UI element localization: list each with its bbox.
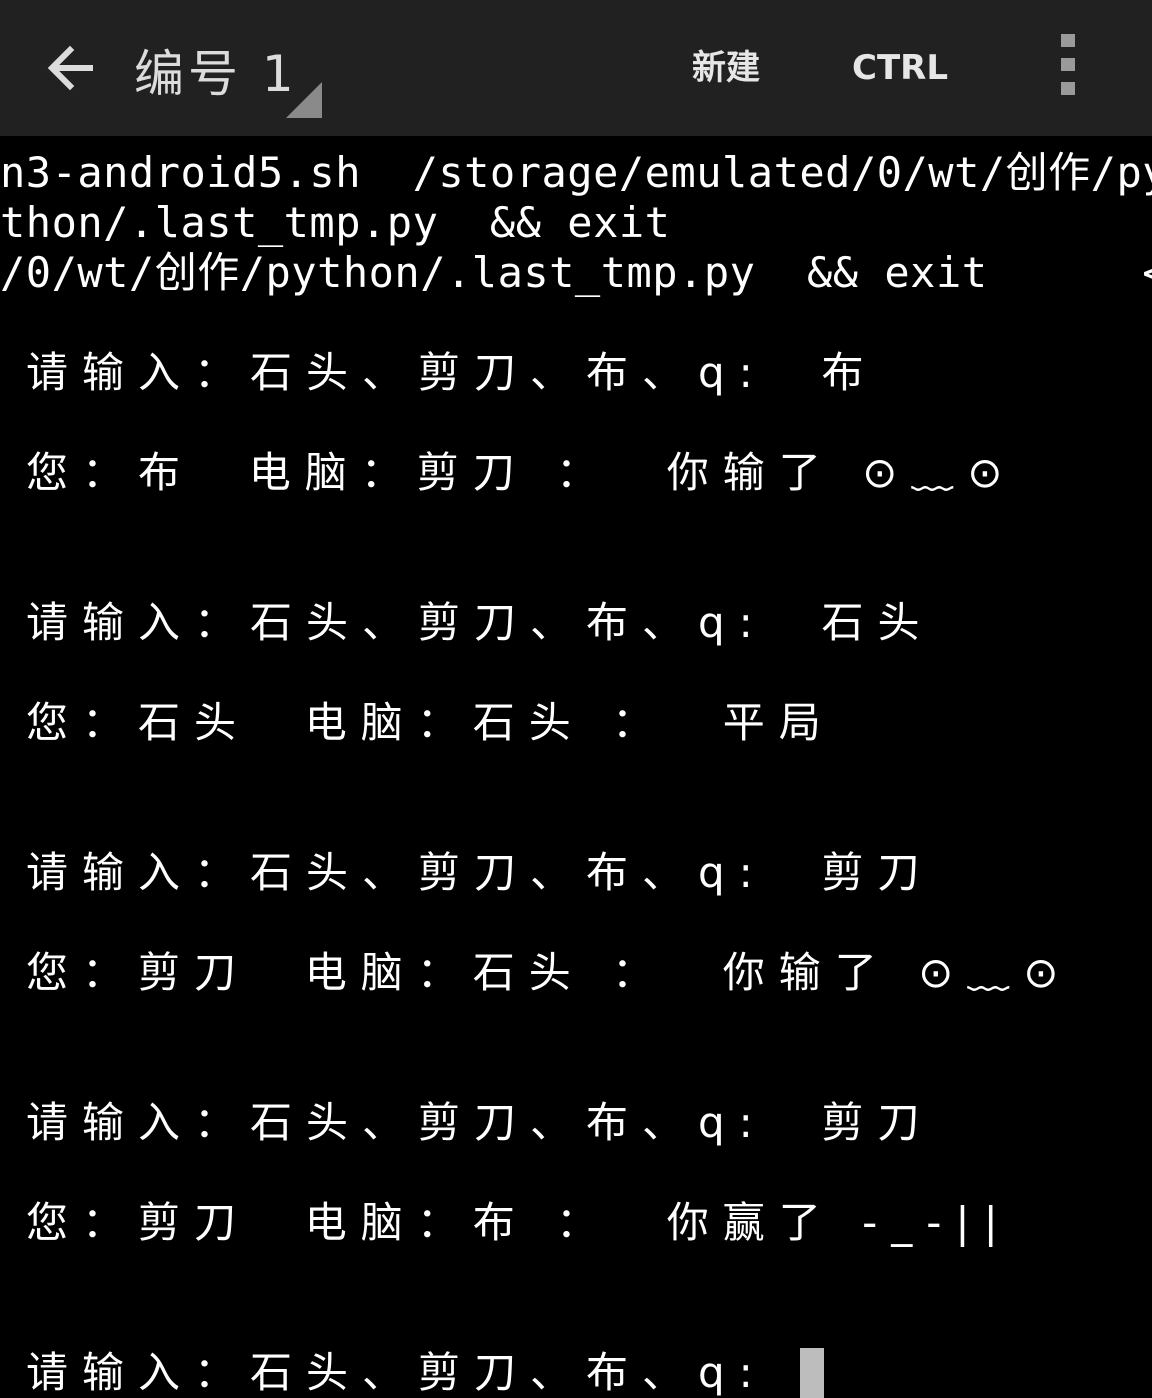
session-spinner[interactable]: 编号 1 xyxy=(128,24,324,120)
result-line: 您：剪刀 电脑：布 ： 你赢了 -_-|| xyxy=(26,1198,1012,1247)
overflow-menu-button[interactable] xyxy=(1048,30,1088,106)
session-title: 编号 1 xyxy=(134,45,298,103)
arrow-left-icon xyxy=(47,45,93,91)
terminal-output[interactable]: n3-android5.sh /storage/emulated/0/wt/创作… xyxy=(0,136,1152,1398)
input-prompt-line: 请输入：石头、剪刀、布、q: 剪刀 xyxy=(26,848,934,897)
result-line: 您：布 电脑：剪刀 ： 你输了 ⊙﹏⊙ xyxy=(26,448,1017,497)
result-line: 您：石头 电脑：石头 ： 平局 xyxy=(26,698,835,747)
terminal-line: /0/wt/创作/python/.last_tmp.py && exit < xyxy=(0,248,1152,297)
back-button[interactable] xyxy=(30,28,110,108)
terminal-line: n3-android5.sh /storage/emulated/0/wt/创作… xyxy=(0,148,1152,197)
terminal-cursor xyxy=(800,1348,825,1398)
result-line: 您：剪刀 电脑：石头 ： 你输了 ⊙﹏⊙ xyxy=(26,948,1073,997)
terminal-line: thon/.last_tmp.py && exit xyxy=(0,198,671,247)
current-prompt-text: 请输入：石头、剪刀、布、q: xyxy=(26,1348,795,1397)
input-prompt-line: 请输入：石头、剪刀、布、q: 剪刀 xyxy=(26,1098,934,1147)
app-toolbar: 编号 1 新建 CTRL xyxy=(0,0,1152,136)
input-prompt-line: 请输入：石头、剪刀、布、q: 石头 xyxy=(26,598,934,647)
input-prompt-line: 请输入：石头、剪刀、布、q: 布 xyxy=(26,348,878,397)
current-prompt-line: 请输入：石头、剪刀、布、q: xyxy=(26,1348,825,1398)
new-session-button[interactable]: 新建 xyxy=(692,40,760,96)
ctrl-button[interactable]: CTRL xyxy=(852,40,948,96)
dropdown-triangle-icon xyxy=(286,82,322,118)
